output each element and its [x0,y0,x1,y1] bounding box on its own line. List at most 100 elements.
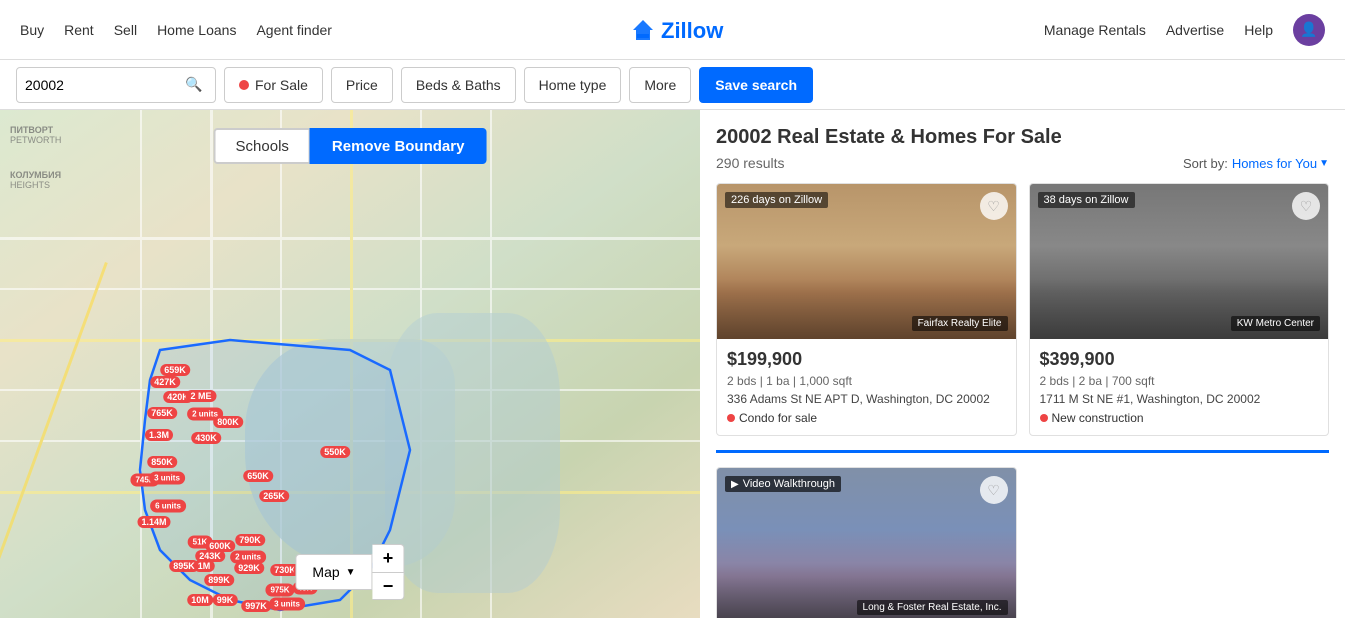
video-walkthrough-badge: ▶ Video Walkthrough [725,476,841,492]
nav-home-loans[interactable]: Home Loans [157,22,236,38]
listing-price: $199,900 [727,349,1006,370]
search-input-wrap: 🔍 [16,67,216,103]
listing-card[interactable]: 38 days on Zillow KW Metro Center ♡ $399… [1029,183,1330,436]
map-pin[interactable]: 899K [204,574,234,586]
days-on-zillow-badge: 38 days on Zillow [1038,192,1135,208]
map-pin[interactable]: 659K [160,364,190,376]
svg-text:Zillow: Zillow [661,18,724,43]
header: Buy Rent Sell Home Loans Agent finder Zi… [0,0,1345,60]
listings-count: 290 results [716,155,784,171]
listing-info: $199,900 2 bds | 1 ba | 1,000 sqft 336 A… [717,339,1016,435]
map-pin[interactable]: 430K [191,432,221,444]
map-pin[interactable]: 550K [320,446,350,458]
map-pin[interactable]: 427K [150,376,180,388]
listing-type-label: New construction [1052,411,1144,425]
agent-badge: Long & Foster Real Estate, Inc. [857,600,1008,615]
favorite-button[interactable]: ♡ [980,476,1008,504]
days-on-zillow-badge: 226 days on Zillow [725,192,828,208]
sort-by: Sort by: Homes for You ▼ [1183,156,1329,171]
map-pin-cluster[interactable]: 975K [265,584,294,597]
sort-dropdown[interactable]: Homes for You ▼ [1232,156,1329,171]
chevron-down-icon: ▼ [1319,158,1329,169]
listing-image: ▶ Video Walkthrough Long & Foster Real E… [717,468,1016,618]
schools-button[interactable]: Schools [214,128,310,164]
nav-left: Buy Rent Sell Home Loans Agent finder [20,22,332,38]
beds: 2 [727,374,734,388]
sort-value: Homes for You [1232,156,1317,171]
map-overlay-buttons: Schools Remove Boundary [214,128,487,164]
map-pin[interactable]: 1.14M [137,516,170,528]
map-pin[interactable]: 1.3M [145,429,173,441]
map-pin[interactable]: 99K [213,594,238,606]
map-pin[interactable]: 997K [241,600,271,612]
sort-label: Sort by: [1183,156,1228,171]
listing-card[interactable]: 226 days on Zillow Fairfax Realty Elite … [716,183,1017,436]
boundary-overlay [0,110,700,618]
listing-address: 1711 M St NE #1, Washington, DC 20002 [1040,392,1319,406]
zillow-logo-icon: Zillow [623,12,753,48]
beds-baths-filter-button[interactable]: Beds & Baths [401,67,516,103]
listing-type-label: Condo for sale [739,411,817,425]
map-area: 659K 427K 420K 2 ME 765K 2 units 800K 1.… [0,110,700,618]
listing-type-dot [1040,414,1048,422]
listings-grid: 226 days on Zillow Fairfax Realty Elite … [716,183,1329,618]
listings-title: 20002 Real Estate & Homes For Sale [716,126,1329,149]
map-toggle-button[interactable]: Map ▼ [295,554,372,590]
map-bottom-controls: Map ▼ + − [295,544,404,600]
sqft: 1,000 [799,374,829,388]
nav-sell[interactable]: Sell [114,22,137,38]
listings-panel: 20002 Real Estate & Homes For Sale 290 r… [700,110,1345,618]
listing-type: New construction [1040,411,1319,425]
logo[interactable]: Zillow [623,12,753,48]
search-input[interactable] [25,77,185,93]
remove-boundary-button[interactable]: Remove Boundary [310,128,487,164]
sqft: 700 [1112,374,1132,388]
main-content: 659K 427K 420K 2 ME 765K 2 units 800K 1.… [0,110,1345,618]
listing-details: 2 bds | 1 ba | 1,000 sqft [727,374,1006,388]
listing-type-dot [727,414,735,422]
favorite-button[interactable]: ♡ [1292,192,1320,220]
nav-rent[interactable]: Rent [64,22,94,38]
map-background[interactable]: 659K 427K 420K 2 ME 765K 2 units 800K 1.… [0,110,700,618]
map-zoom-controls: + − [373,544,405,600]
listing-info: $399,900 2 bds | 2 ba | 700 sqft 1711 M … [1030,339,1329,435]
price-filter-button[interactable]: Price [331,67,393,103]
nav-agent-finder[interactable]: Agent finder [256,22,332,38]
map-pin[interactable]: 929K [234,562,264,574]
home-type-filter-button[interactable]: Home type [524,67,622,103]
map-pin[interactable]: 790K [235,534,265,546]
play-icon: ▶ [731,479,739,490]
map-pin[interactable]: 765K [147,407,177,419]
zoom-in-button[interactable]: + [373,544,405,572]
map-pin[interactable]: 2 ME [185,390,216,402]
more-filter-button[interactable]: More [629,67,691,103]
map-pin[interactable]: 265K [259,490,289,502]
map-pin[interactable]: 10M [187,594,213,606]
save-search-button[interactable]: Save search [699,67,813,103]
listing-price: $399,900 [1040,349,1319,370]
map-pin[interactable]: 650K [243,470,273,482]
nav-right: Manage Rentals Advertise Help 👤 [1044,14,1325,46]
search-submit-button[interactable]: 🔍 [185,76,202,93]
nav-help[interactable]: Help [1244,22,1273,38]
map-pin-cluster[interactable]: 6 units [150,500,186,513]
map-pin[interactable]: 1M [194,560,215,572]
avatar[interactable]: 👤 [1293,14,1325,46]
agent-badge: KW Metro Center [1231,316,1320,331]
agent-badge: Fairfax Realty Elite [912,316,1008,331]
map-pin[interactable]: 850K [147,456,177,468]
listings-header: 20002 Real Estate & Homes For Sale 290 r… [716,126,1329,171]
favorite-button[interactable]: ♡ [980,192,1008,220]
nav-buy[interactable]: Buy [20,22,44,38]
beds: 2 [1040,374,1047,388]
nav-manage-rentals[interactable]: Manage Rentals [1044,22,1146,38]
zoom-out-button[interactable]: − [373,572,405,600]
chevron-down-icon: ▼ [346,567,356,578]
for-sale-button[interactable]: For Sale [224,67,323,103]
nav-advertise[interactable]: Advertise [1166,22,1224,38]
map-pin[interactable]: 800K [213,416,243,428]
listing-card[interactable]: ▶ Video Walkthrough Long & Foster Real E… [716,467,1017,618]
map-pin-cluster[interactable]: 3 units [149,472,185,485]
listing-image: 226 days on Zillow Fairfax Realty Elite … [717,184,1016,339]
listing-image: 38 days on Zillow KW Metro Center ♡ [1030,184,1329,339]
